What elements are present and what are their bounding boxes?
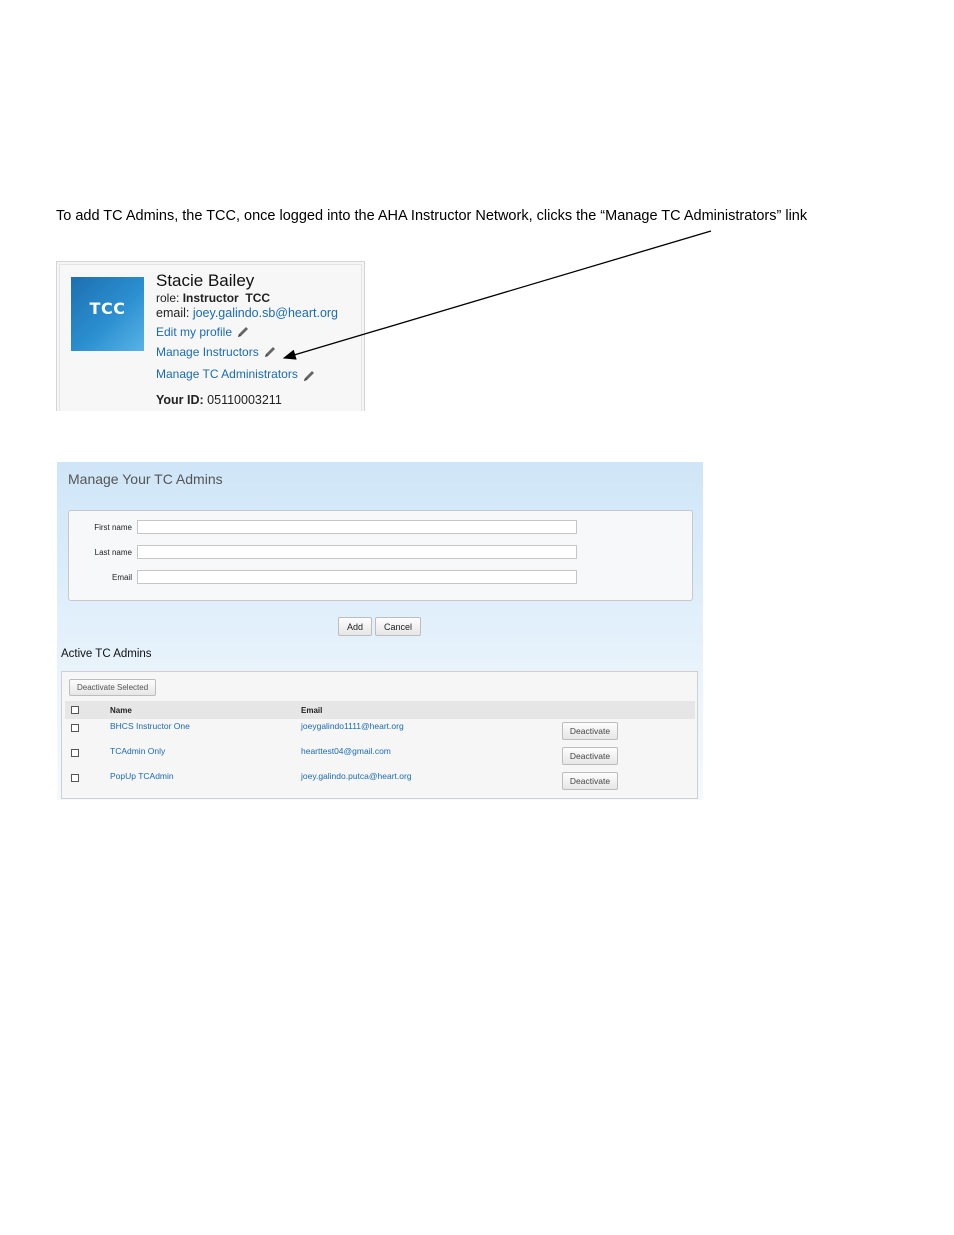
first-name-row: First name: [69, 520, 577, 534]
instruction-text: To add TC Admins, the TCC, once logged i…: [56, 208, 808, 224]
admin-name-link[interactable]: BHCS Instructor One: [110, 721, 190, 731]
panel-title: Manage Your TC Admins: [68, 471, 223, 487]
profile-name: Stacie Bailey: [156, 271, 255, 290]
deactivate-button[interactable]: Deactivate: [562, 722, 618, 740]
profile-card: TCC Stacie Bailey role: Instructor TCC e…: [56, 261, 365, 411]
active-admins-title: Active TC Admins: [61, 648, 152, 660]
id-label: Your ID:: [156, 393, 204, 407]
deactivate-button[interactable]: Deactivate: [562, 747, 618, 765]
role-label: role:: [156, 291, 180, 305]
table-header: Name Email: [65, 701, 695, 719]
admin-name-link[interactable]: PopUp TCAdmin: [110, 771, 174, 781]
table-row: BHCS Instructor One joeygalindo1111@hear…: [62, 719, 697, 744]
manage-tc-administrators-link[interactable]: Manage TC Administrators: [156, 365, 316, 383]
admin-name-link[interactable]: TCAdmin Only: [110, 746, 165, 756]
deactivate-button[interactable]: Deactivate: [562, 772, 618, 790]
cancel-button[interactable]: Cancel: [375, 617, 421, 636]
add-admin-form: First name Last name Email: [68, 510, 693, 601]
table-row: PopUp TCAdmin joey.galindo.putca@heart.o…: [62, 769, 697, 794]
row-checkbox[interactable]: [71, 724, 79, 732]
last-name-label: Last name: [94, 547, 132, 557]
select-all-checkbox[interactable]: [71, 706, 79, 714]
manage-instructors-link[interactable]: Manage Instructors: [156, 345, 277, 359]
admin-email-link[interactable]: joeygalindo1111@heart.org: [301, 721, 404, 731]
tcc-logo: TCC: [71, 277, 144, 351]
email-label: email:: [156, 306, 190, 320]
first-name-input[interactable]: [137, 520, 577, 534]
pencil-icon: [303, 371, 314, 381]
email-label: Email: [111, 572, 132, 582]
row-checkbox[interactable]: [71, 749, 79, 757]
manage-tc-administrators-label: Manage TC Administrators: [156, 367, 298, 381]
email-input[interactable]: [137, 570, 577, 584]
column-email: Email: [301, 706, 323, 715]
admin-email-link[interactable]: joey.galindo.putca@heart.org: [301, 771, 412, 781]
column-name: Name: [110, 706, 132, 715]
first-name-label: First name: [94, 522, 132, 532]
edit-profile-link[interactable]: Edit my profile: [156, 325, 250, 339]
deactivate-selected-button[interactable]: Deactivate Selected: [69, 679, 157, 696]
email-link[interactable]: joey.galindo.sb@heart.org: [193, 306, 338, 320]
tcc-logo-text: TCC: [89, 298, 126, 318]
email-row: Email: [69, 570, 577, 584]
last-name-input[interactable]: [137, 545, 577, 559]
last-name-row: Last name: [69, 545, 577, 559]
admin-email-link[interactable]: hearttest04@gmail.com: [301, 746, 391, 756]
profile-card-inner: TCC Stacie Bailey role: Instructor TCC e…: [59, 264, 362, 411]
row-checkbox[interactable]: [71, 774, 79, 782]
pencil-icon: [264, 347, 275, 357]
manage-instructors-label: Manage Instructors: [156, 345, 259, 359]
edit-profile-label: Edit my profile: [156, 325, 233, 339]
active-admins-list: Deactivate Selected Name Email BHCS Inst…: [61, 671, 698, 799]
profile-email: email: joey.galindo.sb@heart.org: [156, 306, 338, 320]
profile-id: Your ID: 05110003211: [156, 393, 282, 407]
pencil-icon: [238, 327, 249, 337]
add-button[interactable]: Add: [338, 617, 372, 636]
profile-role: role: Instructor TCC: [156, 291, 270, 305]
role-value: Instructor TCC: [182, 291, 271, 305]
table-row: TCAdmin Only hearttest04@gmail.com Deact…: [62, 744, 697, 769]
manage-tc-admins-panel: Manage Your TC Admins First name Last na…: [57, 462, 703, 800]
id-value: 05110003211: [207, 393, 282, 407]
